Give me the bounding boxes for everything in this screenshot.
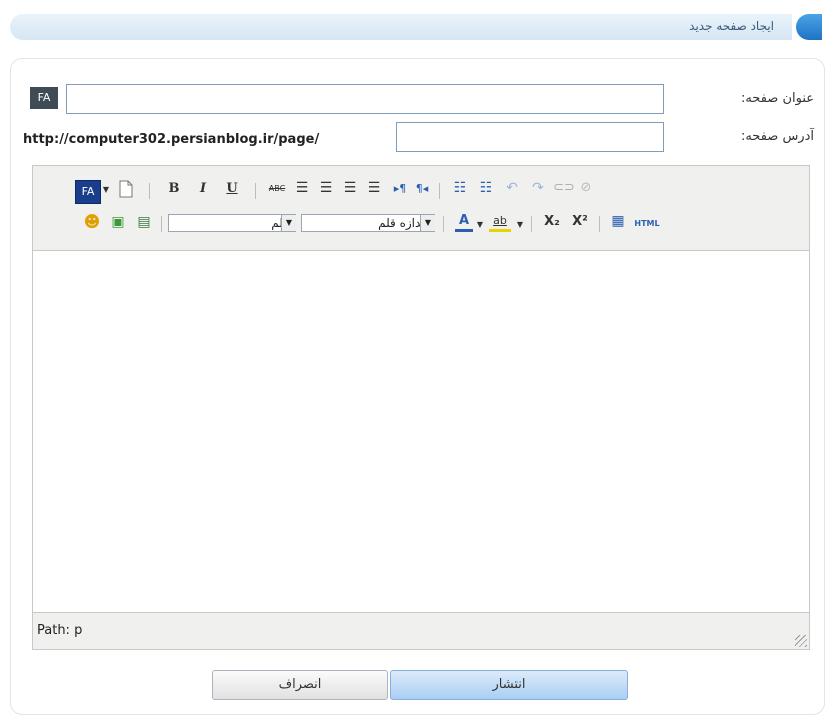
cancel-button[interactable]: انصراف [212, 670, 388, 700]
toolbar-separator [443, 216, 444, 232]
editor-status-bar: Path: p [33, 612, 809, 649]
toolbar-separator [149, 183, 150, 199]
page-title-input[interactable] [66, 84, 664, 114]
insert-media-icon[interactable]: ▤ [135, 213, 153, 231]
toolbar-separator [439, 183, 440, 199]
section-title: ایجاد صفحه جدید [689, 19, 774, 33]
language-toggle-button[interactable]: FA [75, 180, 101, 204]
editor-content-area[interactable] [33, 251, 809, 611]
link-icon[interactable]: ⊂⊃ [553, 179, 575, 197]
undo-icon[interactable]: ↶ [503, 179, 521, 197]
page-address-label: آدرس صفحه: [740, 129, 814, 144]
resize-grip-icon[interactable] [795, 635, 807, 647]
editor-toolbar: FA ▼ B I U ABC ☰ ☰ ☰ ☰ ▸¶ ¶◂ ☷ ☷ ↶ ↷ ⊂⊃ … [33, 166, 809, 251]
publish-button[interactable]: انتشار [390, 670, 628, 700]
chevron-down-icon: ▼ [420, 215, 435, 231]
align-right-icon[interactable]: ☰ [341, 179, 359, 197]
bullet-list-icon[interactable]: ☷ [451, 179, 469, 197]
element-path: Path: p [37, 623, 83, 638]
align-left-icon[interactable]: ☰ [293, 179, 311, 197]
align-center-icon[interactable]: ☰ [317, 179, 335, 197]
paste-word-icon[interactable]: ▦ [609, 212, 627, 230]
html-source-button[interactable]: HTML [631, 215, 663, 233]
unlink-icon[interactable]: ⊘ [577, 179, 595, 197]
toolbar-separator [599, 216, 600, 232]
font-color-button[interactable]: A [455, 212, 473, 232]
header-cap-decoration [792, 14, 822, 40]
section-header: ایجاد صفحه جدید [10, 14, 822, 40]
page-url-prefix: http://computer302.persianblog.ir/page/ [23, 132, 320, 147]
numbered-list-icon[interactable]: ☷ [477, 179, 495, 197]
page-title-label: عنوان صفحه: [740, 91, 814, 106]
rich-text-editor: FA ▼ B I U ABC ☰ ☰ ☰ ☰ ▸¶ ¶◂ ☷ ☷ ↶ ↷ ⊂⊃ … [32, 165, 810, 650]
insert-image-icon[interactable]: ▣ [109, 213, 127, 231]
language-dropdown-icon[interactable]: ▼ [101, 181, 111, 199]
chevron-down-icon[interactable]: ▼ [515, 216, 525, 234]
chevron-down-icon: ▼ [281, 215, 296, 231]
italic-button[interactable]: I [194, 180, 212, 198]
ltr-direction-icon[interactable]: ▸¶ [391, 180, 409, 198]
toolbar-separator [161, 216, 162, 232]
strikethrough-button[interactable]: ABC [265, 180, 289, 198]
subscript-button[interactable]: X₂ [541, 213, 563, 231]
superscript-button[interactable]: X² [569, 213, 591, 231]
toolbar-separator [531, 216, 532, 232]
emoticon-icon[interactable]: ☻ [83, 213, 101, 231]
underline-button[interactable]: U [223, 180, 241, 198]
font-family-select[interactable]: قلم ▼ [168, 214, 296, 232]
toolbar-separator [255, 183, 256, 199]
language-badge[interactable]: FA [30, 87, 58, 109]
bold-button[interactable]: B [165, 180, 183, 198]
highlight-color-button[interactable]: ab [489, 212, 511, 232]
rtl-direction-icon[interactable]: ¶◂ [413, 180, 431, 198]
page-address-input[interactable] [396, 122, 664, 152]
align-justify-icon[interactable]: ☰ [365, 179, 383, 197]
font-size-select[interactable]: اندازه قلم ▼ [301, 214, 435, 232]
redo-icon[interactable]: ↷ [529, 179, 547, 197]
new-document-icon[interactable] [117, 180, 135, 200]
chevron-down-icon[interactable]: ▼ [475, 216, 485, 234]
